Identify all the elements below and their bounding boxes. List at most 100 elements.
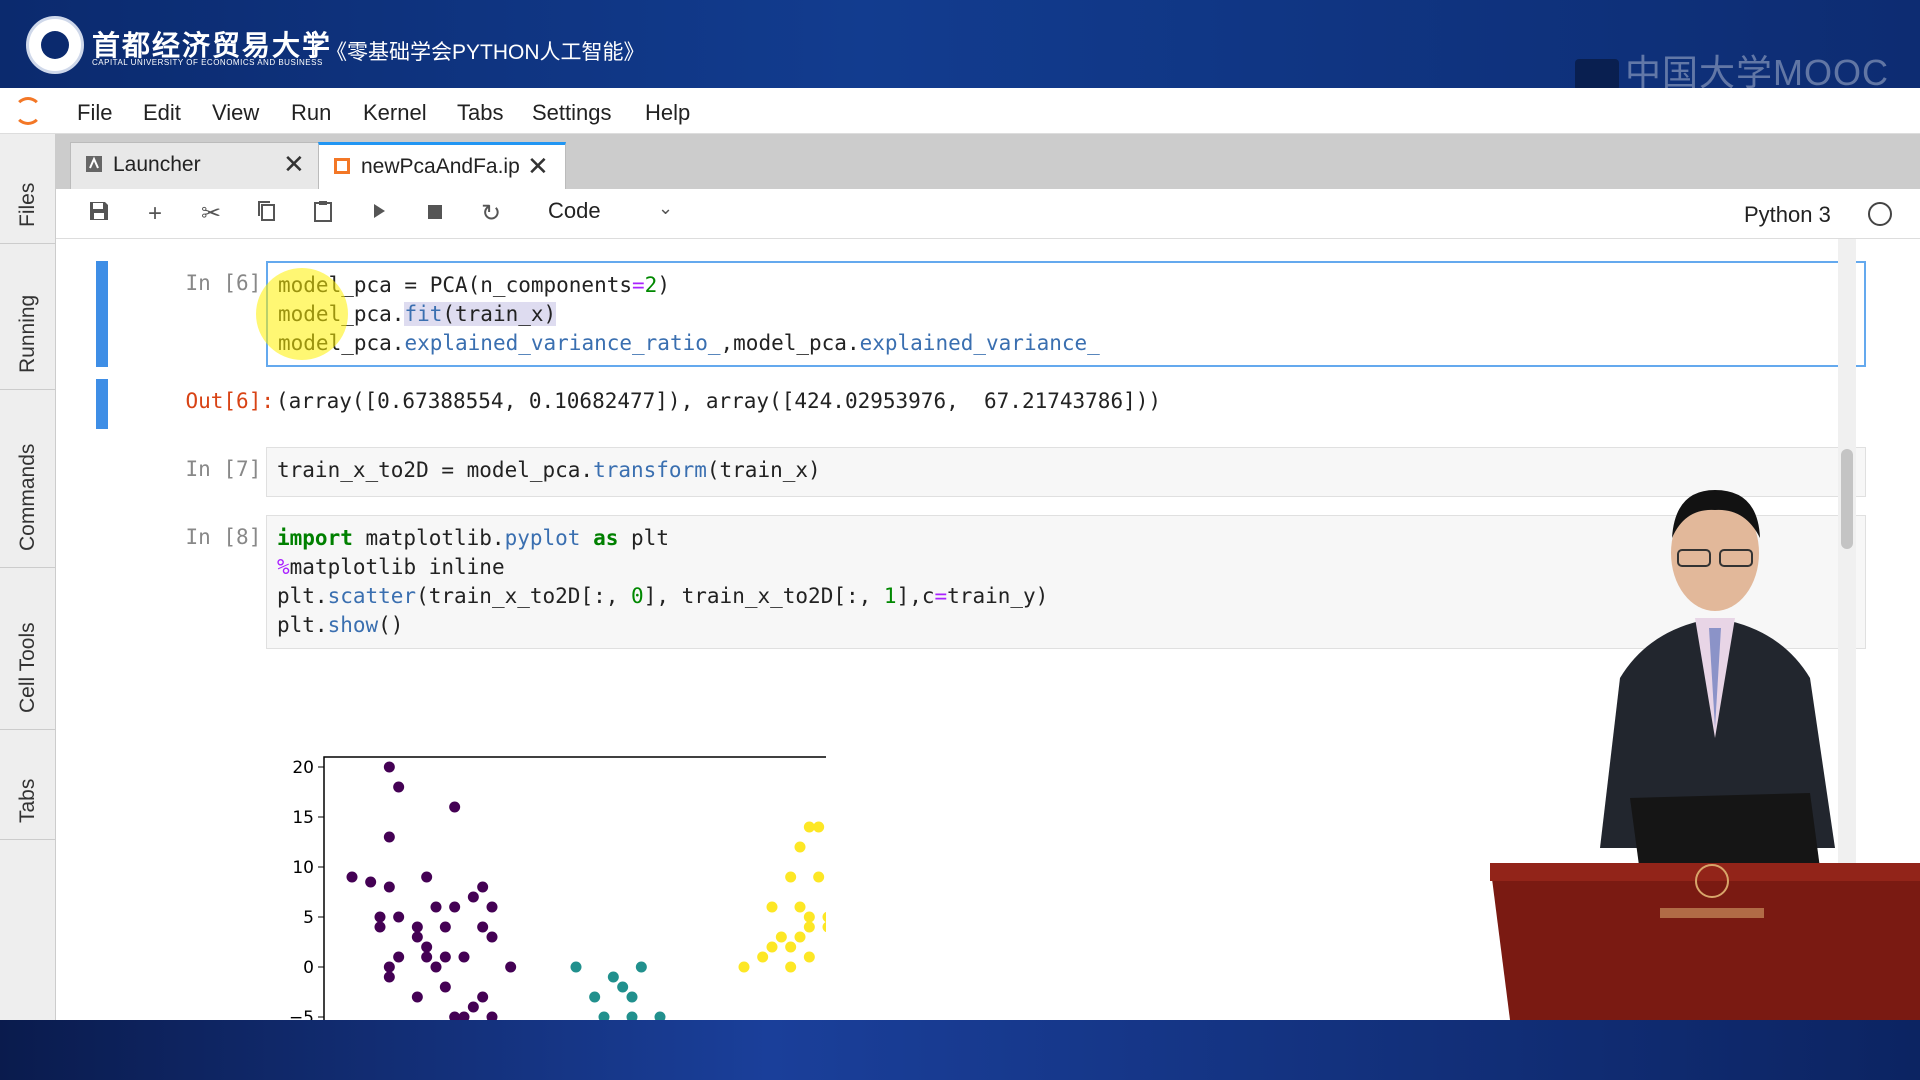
kernel-status-icon (1868, 202, 1892, 226)
close-icon[interactable]: ✕ (527, 151, 549, 182)
menu-edit[interactable]: Edit (143, 100, 181, 126)
active-cell-indicator (96, 261, 108, 367)
copy-icon[interactable] (252, 199, 282, 229)
scatter-point (374, 921, 386, 933)
scatter-point (738, 961, 750, 973)
menu-view[interactable]: View (212, 100, 259, 126)
output-prompt: Out[6]: (185, 389, 274, 413)
menu-kernel[interactable]: Kernel (363, 100, 427, 126)
document-tab-bar: Launcher ✕ newPcaAndFa.ipynb ✕ (56, 134, 1920, 189)
jupyter-logo-icon (14, 97, 42, 125)
presenter-video (1490, 490, 1920, 1020)
y-tick-label: −5 (289, 1008, 314, 1020)
scatter-point (411, 931, 423, 943)
scatter-point (803, 821, 815, 833)
laptop (1630, 793, 1820, 873)
mooc-logo-icon (1575, 59, 1619, 92)
output-indicator (96, 379, 108, 429)
sidebar-tab-tabs[interactable]: Tabs (0, 730, 56, 840)
restart-icon[interactable]: ↻ (476, 199, 506, 229)
scatter-point (346, 871, 358, 883)
scatter-point (570, 961, 582, 973)
scatter-point (607, 971, 619, 983)
menu-help[interactable]: Help (645, 100, 690, 126)
y-tick-label: 5 (303, 908, 314, 928)
scatter-point (439, 981, 451, 993)
scatter-point (421, 941, 433, 953)
y-tick-label: 0 (303, 958, 314, 978)
sidebar-tab-files[interactable]: Files (0, 134, 56, 244)
scatter-point (766, 901, 778, 913)
scatter-point (421, 951, 433, 963)
cell-prompt: In [7]: (185, 457, 274, 481)
scatter-point (421, 871, 433, 883)
scatter-point (383, 971, 395, 983)
scatter-point (766, 941, 778, 953)
scatter-point (505, 961, 517, 973)
scatter-point (383, 761, 395, 773)
plus-icon[interactable]: + (140, 199, 170, 229)
banner-divider (312, 32, 314, 58)
sidebar-tab-commands[interactable]: Commands (0, 390, 56, 568)
left-sidebar: Files Running Commands Cell Tools Tabs (0, 134, 56, 1020)
course-title: 《零基础学会PYTHON人工智能》 (326, 41, 645, 64)
y-tick-label: 15 (292, 808, 314, 828)
scatter-point (383, 831, 395, 843)
paste-icon[interactable] (308, 199, 338, 229)
menu-settings[interactable]: Settings (532, 100, 612, 126)
menu-tabs[interactable]: Tabs (457, 100, 503, 126)
stop-icon[interactable] (420, 199, 450, 229)
scatter-plot: 20151050−5−10 (289, 756, 826, 1020)
bottom-banner (0, 1020, 1920, 1080)
cell-prompt: In [6]: (185, 271, 274, 295)
tab-launcher[interactable]: Launcher ✕ (70, 142, 320, 189)
scatter-point (383, 961, 395, 973)
scatter-point (785, 871, 797, 883)
scatter-point (439, 921, 451, 933)
scatter-point (477, 881, 489, 893)
run-icon[interactable] (364, 199, 394, 229)
tab-notebook[interactable]: newPcaAndFa.ipynb ✕ (318, 142, 566, 189)
scatter-point (486, 931, 498, 943)
scatter-point (803, 951, 815, 963)
scatter-point (794, 931, 806, 943)
sidebar-tab-running[interactable]: Running (0, 244, 56, 390)
sidebar-tab-cell-tools[interactable]: Cell Tools (0, 568, 56, 730)
kernel-name[interactable]: Python 3 (1744, 202, 1831, 228)
scatter-point (794, 901, 806, 913)
plot-frame (323, 756, 826, 1020)
scatter-point (785, 941, 797, 953)
save-icon[interactable] (84, 199, 114, 229)
scatter-point (813, 871, 825, 883)
scatter-point (467, 1001, 479, 1013)
menu-file[interactable]: File (77, 100, 112, 126)
launcher-icon (86, 156, 102, 172)
menu-bar: File Edit View Run Kernel Tabs Settings … (0, 88, 1920, 134)
scatter-point (794, 841, 806, 853)
notebook-toolbar: + ✂ ↻ Code ⌄ Python 3 (56, 189, 1920, 239)
scatter-point (374, 911, 386, 923)
scatter-point (411, 921, 423, 933)
scatter-point (803, 911, 815, 923)
university-subtitle: CAPITAL UNIVERSITY OF ECONOMICS AND BUSI… (92, 58, 323, 67)
y-tick-label: 10 (292, 858, 314, 878)
scatter-point (393, 951, 405, 963)
scatter-point (365, 876, 377, 888)
scatter-point (449, 801, 461, 813)
university-logo-icon (26, 16, 84, 74)
chevron-down-icon: ⌄ (658, 198, 674, 218)
cell-output-6: (array([0.67388554, 0.10682477]), array(… (276, 389, 1162, 413)
menu-run[interactable]: Run (291, 100, 331, 126)
scatter-point (785, 961, 797, 973)
scatter-point (393, 781, 405, 793)
cell-type-select[interactable]: Code ⌄ (548, 198, 688, 230)
broadcast-banner: 首都经济贸易大学 CAPITAL UNIVERSITY OF ECONOMICS… (0, 0, 1920, 93)
close-icon[interactable]: ✕ (283, 149, 305, 180)
scissors-icon[interactable]: ✂ (196, 199, 226, 229)
scatter-point (411, 991, 423, 1003)
scatter-point (589, 991, 601, 1003)
scatter-point (635, 961, 647, 973)
scatter-point (486, 901, 498, 913)
scatter-point (477, 991, 489, 1003)
code-cell-6[interactable]: model_pca = PCA(n_components=2) model_pc… (266, 261, 1866, 367)
